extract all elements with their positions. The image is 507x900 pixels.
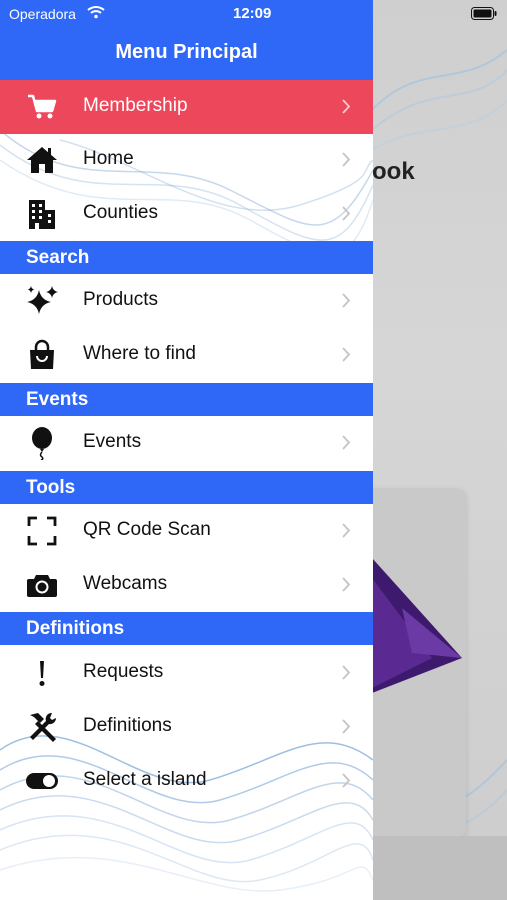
toggle-icon	[25, 765, 59, 797]
chevron-right-icon	[342, 523, 351, 538]
chevron-right-icon	[342, 152, 351, 167]
sparkles-icon	[25, 285, 59, 317]
menu-item-definitions[interactable]: Definitions	[0, 700, 373, 754]
section-title: Tools	[26, 477, 76, 498]
menu-item-webcams[interactable]: Webcams	[0, 558, 373, 612]
menu-item-label: Products	[83, 289, 158, 310]
buildings-icon	[25, 198, 59, 230]
section-header-definitions: Definitions	[0, 612, 373, 645]
section-title: Search	[26, 247, 90, 268]
menu-item-label: Webcams	[83, 573, 168, 594]
menu-item-counties[interactable]: Counties	[0, 187, 373, 241]
menu-item-label: Select a island	[83, 769, 207, 790]
menu-item-home[interactable]: Home	[0, 133, 373, 187]
status-bar: Operadora 12:09	[0, 0, 373, 28]
chevron-right-icon	[342, 99, 351, 114]
chevron-right-icon	[342, 773, 351, 788]
chevron-right-icon	[342, 719, 351, 734]
carrier-name: Operadora	[9, 6, 76, 22]
menu-item-label: Home	[83, 148, 134, 169]
qr-scan-icon	[25, 515, 59, 547]
wifi-icon	[87, 6, 105, 19]
menu-item-select-island[interactable]: Select a island	[0, 754, 373, 808]
menu-item-label: Counties	[83, 202, 158, 223]
section-header-search: Search	[0, 241, 373, 274]
shopping-bag-icon	[25, 339, 59, 371]
exclamation-icon	[25, 657, 59, 689]
chevron-right-icon	[342, 435, 351, 450]
paper-plane-illustration	[372, 558, 462, 693]
chevron-right-icon	[342, 347, 351, 362]
menu-item-label: Requests	[83, 661, 164, 682]
status-time: 12:09	[233, 5, 272, 22]
camera-icon	[25, 569, 59, 601]
menu-item-label: Definitions	[83, 715, 172, 736]
section-header-tools: Tools	[0, 471, 373, 504]
section-header-events: Events	[0, 383, 373, 416]
menu-item-label: Membership	[83, 95, 188, 116]
menu-item-label: QR Code Scan	[83, 519, 211, 540]
balloon-icon	[25, 427, 59, 460]
menu-item-where-to-find[interactable]: Where to find	[0, 328, 373, 382]
background-page-title: ook	[372, 158, 415, 185]
menu-item-qr-code-scan[interactable]: QR Code Scan	[0, 504, 373, 558]
menu-title: Menu Principal	[115, 41, 258, 63]
chevron-right-icon	[342, 665, 351, 680]
menu-item-requests[interactable]: Requests	[0, 646, 373, 700]
background-card	[372, 488, 466, 838]
background-footer	[372, 836, 507, 900]
cart-icon	[25, 91, 59, 123]
section-title: Definitions	[26, 618, 125, 639]
menu-header: Menu Principal	[0, 28, 373, 80]
chevron-right-icon	[342, 206, 351, 221]
side-menu-drawer: Operadora 12:09 Menu Principal Membershi…	[0, 0, 373, 900]
menu-item-products[interactable]: Products	[0, 274, 373, 328]
section-title: Events	[26, 389, 89, 410]
menu-item-events[interactable]: Events	[0, 416, 373, 470]
home-icon	[25, 144, 59, 176]
menu-item-label: Events	[83, 431, 142, 452]
battery-icon	[471, 7, 497, 20]
menu-item-membership[interactable]: Membership	[0, 80, 373, 134]
menu-item-label: Where to find	[83, 343, 196, 364]
chevron-right-icon	[342, 293, 351, 308]
chevron-right-icon	[342, 577, 351, 592]
tools-icon	[25, 711, 59, 743]
